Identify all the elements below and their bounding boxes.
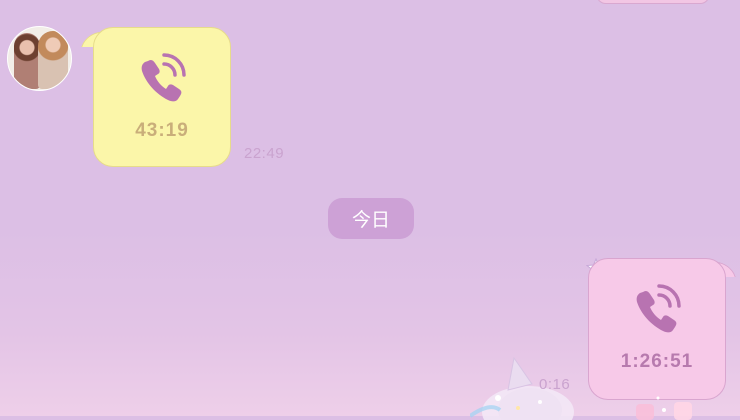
avatar-person-left [14, 33, 40, 89]
date-divider: 今日 [328, 198, 414, 239]
contact-avatar[interactable] [7, 26, 72, 91]
call-duration: 1:26:51 [620, 351, 694, 372]
incoming-call-bubble[interactable]: 43:19 [93, 27, 231, 167]
avatar-person-right [38, 31, 68, 89]
phone-call-icon [141, 53, 186, 102]
incoming-message-time: 22:49 [244, 145, 285, 162]
outgoing-message-time: 0:16 [539, 376, 571, 393]
previous-message-bubble-edge [596, 0, 710, 4]
phone-call-icon [636, 284, 681, 333]
outgoing-call-bubble[interactable]: 1:26:51 [588, 258, 726, 400]
call-duration: 43:19 [135, 120, 189, 141]
